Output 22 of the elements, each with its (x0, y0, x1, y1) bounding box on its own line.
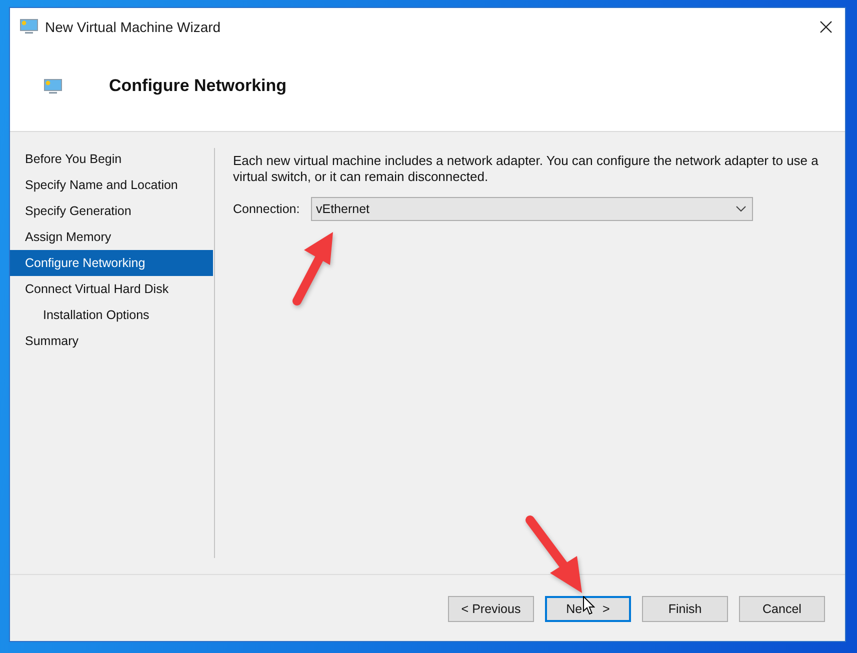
window-title: New Virtual Machine Wizard (45, 18, 221, 34)
wizard-step[interactable]: Connect Virtual Hard Disk (10, 276, 213, 302)
description-text: Each new virtual machine includes a network adapter. You can configure the network adapter to use a virtual switch, or it can remain disconnected. (233, 153, 820, 185)
wizard-step[interactable]: Specify Name and Location (10, 172, 213, 198)
wizard-step[interactable]: Configure Networking (10, 250, 213, 276)
close-button[interactable] (820, 20, 832, 32)
wizard-step[interactable]: Installation Options (10, 302, 213, 328)
chevron-down-icon (736, 206, 746, 212)
monitor-icon (20, 19, 38, 34)
page-title: Configure Networking (109, 76, 287, 96)
close-icon (820, 20, 832, 32)
wizard-step[interactable]: Specify Generation (10, 198, 213, 224)
wizard-button[interactable]: Ne > (545, 596, 631, 622)
wizard-button[interactable]: Finish (642, 596, 728, 622)
wizard-step[interactable]: Assign Memory (10, 224, 213, 250)
wizard-button[interactable]: Cancel (739, 596, 825, 622)
connection-dropdown[interactable]: vEthernet (311, 197, 753, 221)
wizard-step[interactable]: Summary (10, 328, 213, 354)
wizard-button[interactable]: < Previous (448, 596, 534, 622)
wizard-step[interactable]: Before You Begin (10, 146, 213, 172)
monitor-icon (44, 78, 62, 94)
connection-label: Connection: (233, 202, 301, 216)
